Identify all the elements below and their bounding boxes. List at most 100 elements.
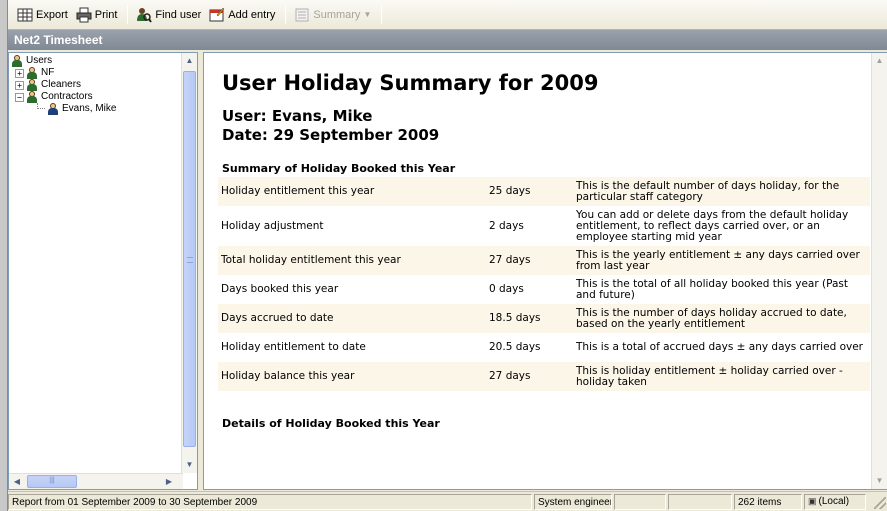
table-row: Days accrued to date 18.5 days This is t…	[218, 304, 870, 333]
report-title: User Holiday Summary for 2009	[222, 71, 599, 95]
find-user-button[interactable]: Find user	[133, 4, 204, 26]
tree-item-label: Users	[26, 55, 53, 66]
add-entry-icon	[209, 7, 225, 23]
row-label: Days booked this year	[221, 283, 339, 295]
row-label: Total holiday entitlement this year	[218, 246, 486, 275]
collapse-icon[interactable]: −	[15, 92, 24, 102]
user-group-icon	[26, 91, 38, 103]
status-bar: Report from 01 September 2009 to 30 Sept…	[8, 491, 887, 511]
connection-label: (Local)	[818, 496, 850, 507]
table-row: Total holiday entitlement this year 27 d…	[218, 246, 870, 275]
expand-icon[interactable]: +	[15, 68, 24, 78]
resize-grip-icon[interactable]	[874, 497, 886, 509]
user-group-icon	[26, 67, 38, 79]
row-value: 20.5 days	[489, 341, 541, 353]
row-value: 2 days	[489, 219, 524, 232]
row-value: 18.5 days	[486, 304, 573, 333]
app-window: Export Print Find user Add entry Summary…	[7, 0, 887, 511]
network-icon: ▣	[808, 496, 817, 506]
summary-dropdown-button[interactable]: Summary ▼	[291, 4, 374, 26]
row-label: Holiday adjustment	[221, 219, 324, 232]
tree-root-users[interactable]: Users	[11, 55, 183, 67]
scroll-down-arrow-icon[interactable]: ▼	[872, 473, 887, 489]
row-label: Holiday entitlement to date	[221, 341, 366, 353]
holiday-summary-table: Holiday entitlement this year 25 days Th…	[218, 177, 870, 391]
tree-item-label: Cleaners	[41, 79, 82, 90]
printer-icon	[76, 7, 92, 23]
row-value: 25 days	[486, 177, 573, 206]
row-note: This is the number of days holiday accru…	[573, 304, 870, 333]
find-user-label: Find user	[155, 8, 202, 21]
row-value: 27 days	[486, 246, 573, 275]
export-label: Export	[36, 8, 68, 21]
scroll-down-arrow-icon[interactable]: ▼	[182, 457, 197, 473]
status-report-range: Report from 01 September 2009 to 30 Sept…	[8, 493, 532, 510]
tree-item-label: NF	[41, 67, 55, 78]
row-value: 0 days	[489, 283, 524, 295]
scroll-up-arrow-icon[interactable]: ▲	[182, 53, 197, 69]
table-row: Holiday entitlement this year 25 days Th…	[218, 177, 870, 206]
tree-item-evans-mike[interactable]: Evans, Mike	[11, 103, 183, 115]
expand-icon[interactable]: +	[15, 80, 24, 90]
find-user-icon	[136, 7, 153, 23]
toolbar: Export Print Find user Add entry Summary…	[8, 0, 887, 30]
scroll-right-arrow-icon[interactable]: ▶	[161, 474, 177, 489]
grip-icon	[187, 257, 193, 263]
user-tree: Users + NF + Cleaners − Contractors Evan…	[11, 55, 183, 472]
add-entry-button[interactable]: Add entry	[206, 4, 278, 26]
status-connection: ▣ (Local)	[804, 493, 866, 510]
row-note: This is holiday entitlement ± holiday ca…	[573, 362, 870, 391]
status-item-count: 262 items	[734, 493, 802, 510]
tree-item-cleaners[interactable]: + Cleaners	[11, 79, 183, 91]
details-heading: Details of Holiday Booked this Year	[222, 417, 440, 430]
row-value: 27 days	[486, 362, 573, 391]
table-row: Holiday adjustment 2 days You can add or…	[218, 206, 870, 246]
tree-vertical-scrollbar[interactable]: ▲ ▼	[181, 53, 197, 473]
summary-label: Summary	[313, 8, 361, 21]
summary-icon	[294, 7, 310, 23]
row-note: This is the default number of days holid…	[573, 177, 870, 206]
row-note: This is the total of all holiday booked …	[576, 277, 848, 301]
window-title: Net2 Timesheet	[8, 30, 887, 50]
table-row: Holiday entitlement to date 20.5 days Th…	[218, 333, 870, 362]
row-label: Holiday entitlement this year	[218, 177, 486, 206]
row-note: You can add or delete days from the defa…	[576, 208, 849, 243]
table-row: Holiday balance this year 27 days This i…	[218, 362, 870, 391]
row-label: Holiday balance this year	[218, 362, 486, 391]
user-group-icon	[26, 79, 38, 91]
holiday-report: User Holiday Summary for 2009 User: Evan…	[204, 53, 872, 489]
tree-item-label: Contractors	[41, 91, 93, 102]
print-label: Print	[94, 8, 118, 21]
tree-item-nf[interactable]: + NF	[11, 67, 183, 79]
summary-heading: Summary of Holiday Booked this Year	[222, 162, 456, 175]
report-date: Date: 29 September 2009	[222, 126, 440, 144]
status-empty-panel	[614, 493, 666, 510]
export-button[interactable]: Export	[14, 4, 71, 26]
status-empty-panel	[668, 493, 732, 510]
tree-item-contractors[interactable]: − Contractors	[11, 91, 183, 103]
scroll-thumb[interactable]	[183, 71, 196, 447]
row-note: This is a total of accrued days ± any da…	[576, 341, 863, 353]
scroll-left-arrow-icon[interactable]: ◀	[9, 474, 25, 489]
row-note: This is the yearly entitlement ± any day…	[573, 246, 870, 275]
toolbar-separator	[381, 5, 383, 24]
user-tree-panel: Users + NF + Cleaners − Contractors Evan…	[8, 52, 198, 490]
status-role: System engineer	[534, 493, 612, 510]
report-panel: User Holiday Summary for 2009 User: Evan…	[203, 52, 887, 490]
table-row: Days booked this year 0 days This is the…	[218, 275, 870, 304]
report-vertical-scrollbar[interactable]: ▲ ▼	[871, 53, 887, 489]
export-icon	[17, 7, 33, 23]
chevron-down-icon: ▼	[363, 10, 372, 19]
tree-horizontal-scrollbar[interactable]: ◀ ||| ▶	[9, 473, 183, 489]
report-user: User: Evans, Mike	[222, 107, 373, 125]
row-label: Days accrued to date	[218, 304, 486, 333]
print-button[interactable]: Print	[73, 4, 121, 26]
scroll-thumb[interactable]: |||	[27, 475, 77, 488]
add-entry-label: Add entry	[228, 8, 276, 21]
user-icon	[47, 103, 59, 115]
scroll-up-arrow-icon[interactable]: ▲	[872, 53, 887, 69]
users-group-icon	[11, 55, 23, 67]
toolbar-separator	[285, 5, 287, 24]
tree-item-label: Evans, Mike	[62, 103, 117, 114]
toolbar-separator	[127, 5, 129, 24]
